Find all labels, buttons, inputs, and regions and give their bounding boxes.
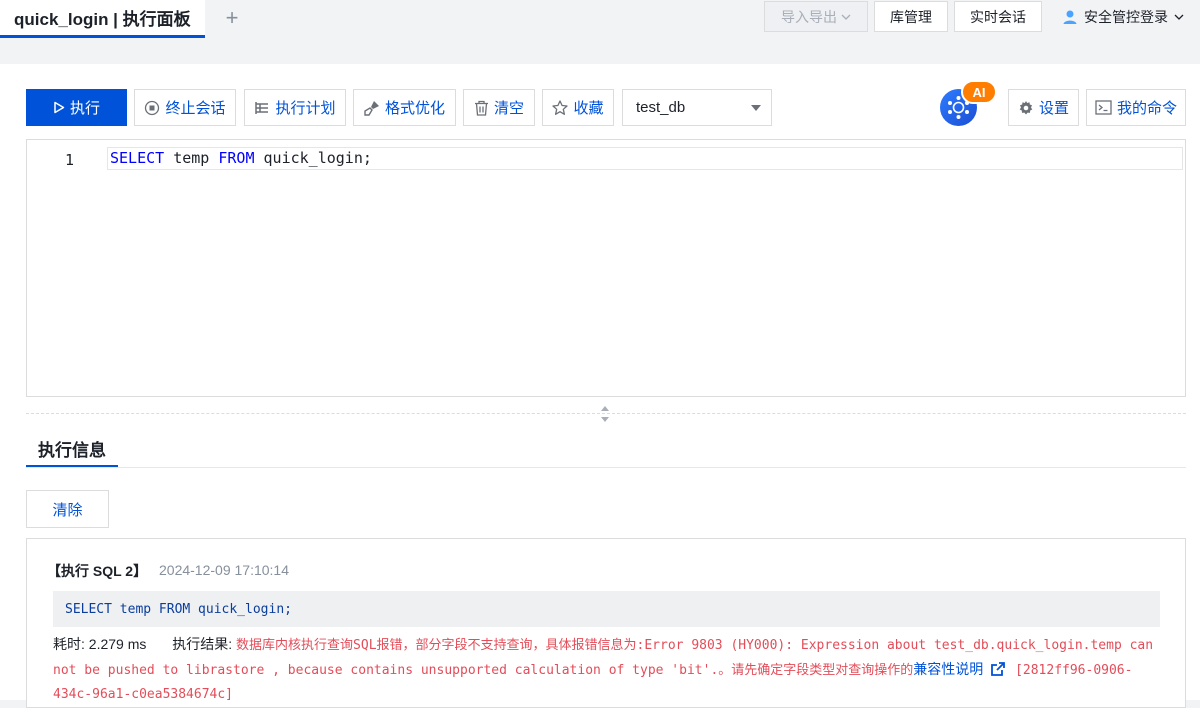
import-export-label: 导入导出 [781,8,837,25]
external-link-icon[interactable] [991,661,1006,676]
realtime-session-button[interactable]: 实时会话 [954,1,1042,32]
user-label: 安全管控登录 [1084,8,1168,25]
stop-session-button[interactable]: 终止会话 [134,89,236,126]
exec-plan-label: 执行计划 [275,100,336,117]
divider [26,467,1186,468]
tab-exec-info[interactable]: 执行信息 [26,436,118,468]
compatibility-link[interactable]: 兼容性说明 [913,661,983,677]
result-details: 耗时: 2.279 ms 执行结果: 数据库内核执行查询SQL报错，部分字段不支… [53,633,1163,707]
format-button[interactable]: 格式优化 [353,89,456,126]
plan-icon [255,101,269,114]
tab-execution-panel[interactable]: quick_login | 执行面板 [0,0,205,38]
clear-results-button[interactable]: 清除 [26,490,109,528]
result-timestamp: 2024-12-09 17:10:14 [159,562,289,578]
add-tab-icon[interactable]: + [221,7,243,29]
line-number: 1 [65,151,75,169]
code-keyword: SELECT [110,149,165,167]
duration-label: 耗时: [53,636,85,652]
code-line[interactable]: SELECT temp FROM quick_login; [107,147,1183,170]
ai-badge: AI [961,80,997,104]
my-commands-button[interactable]: 我的命令 [1086,89,1186,126]
format-label: 格式优化 [384,100,445,117]
user-icon [1063,10,1077,24]
brush-icon [364,100,379,116]
settings-label: 设置 [1038,100,1069,117]
result-panel: 【执行 SQL 2】 2024-12-09 17:10:14 SELECT te… [26,538,1186,708]
terminal-icon [1095,100,1112,115]
trash-icon [474,100,488,116]
gear-icon [1019,100,1033,114]
code-keyword: FROM [218,149,255,167]
executed-sql: SELECT temp FROM quick_login; [53,591,1160,627]
chevron-down-icon [1174,14,1184,20]
db-manage-label: 库管理 [890,8,932,25]
duration-value: 2.279 ms [88,636,147,652]
top-tab-bar: quick_login | 执行面板 + 导入导出 库管理 实时会话 安全管控登… [0,0,1200,38]
execute-button[interactable]: 执行 [26,89,127,126]
favorite-button[interactable]: 收藏 [542,89,614,126]
sql-editor[interactable]: 1 SELECT temp FROM quick_login; [26,139,1186,397]
clear-results-label: 清除 [52,501,83,519]
clear-editor-label: 清空 [493,100,524,117]
exec-plan-button[interactable]: 执行计划 [244,89,346,126]
chevron-down-icon [841,14,851,20]
code-identifier: temp [164,149,219,167]
caret-down-icon [751,105,761,111]
result-label: 执行结果: [172,636,233,652]
my-commands-label: 我的命令 [1116,100,1177,117]
code-identifier: quick_login; [254,149,372,167]
clear-editor-button[interactable]: 清空 [463,89,535,126]
favorite-label: 收藏 [573,100,604,117]
user-menu[interactable]: 安全管控登录 [1062,1,1184,32]
tab-label: quick_login | 执行面板 [14,10,191,29]
play-icon [54,101,65,114]
main-panel: 执行 终止会话 执行计划 格式优化 清空 收藏 test_db AI 设置 我的… [0,64,1200,708]
database-select[interactable]: test_db [622,89,772,126]
exec-info-label: 执行信息 [38,441,106,460]
database-selected-value: test_db [636,99,686,116]
resize-handle-icon[interactable] [599,403,611,425]
import-export-button[interactable]: 导入导出 [764,1,868,32]
db-manage-button[interactable]: 库管理 [874,1,948,32]
star-icon [552,99,569,115]
result-title: 【执行 SQL 2】 [47,563,148,579]
settings-button[interactable]: 设置 [1008,89,1079,126]
execute-label: 执行 [69,100,100,117]
realtime-session-label: 实时会话 [970,8,1026,25]
stop-session-label: 终止会话 [165,100,226,117]
stop-circle-icon [145,100,160,115]
